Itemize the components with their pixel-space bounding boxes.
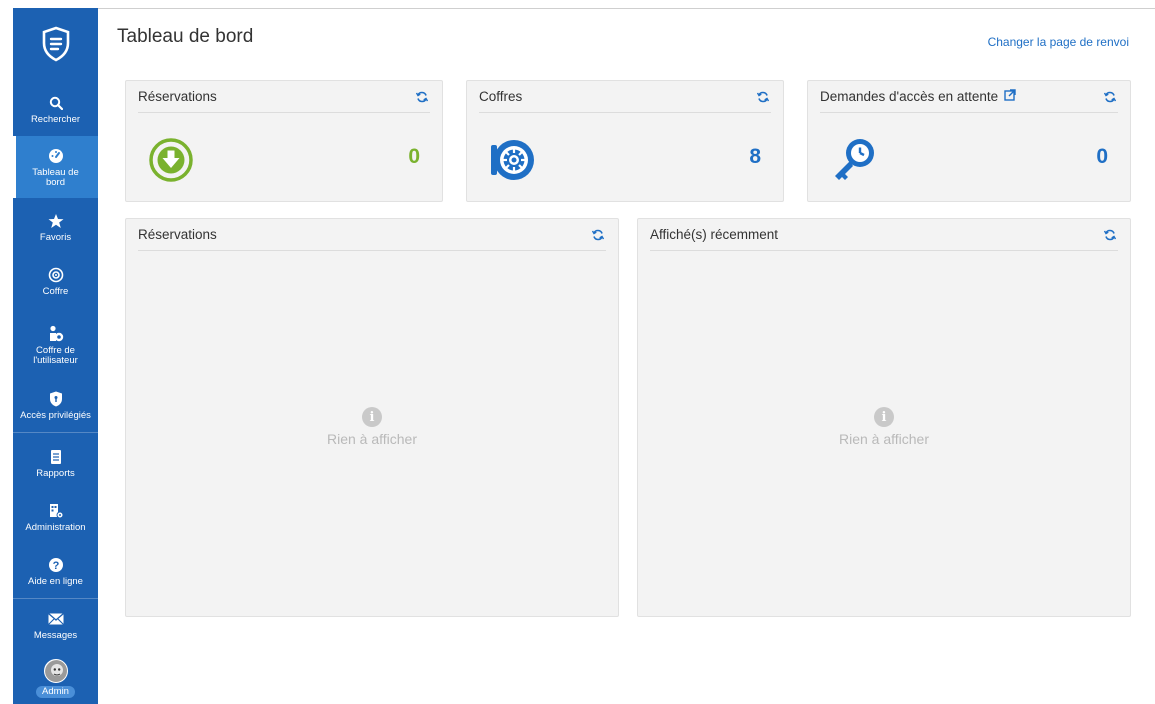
avatar [43,658,68,683]
sidebar-item-search[interactable]: Rechercher [13,86,98,132]
report-icon [49,448,63,466]
reservations-count[interactable]: 0 [408,145,420,169]
sidebar-item-label: Tableau de bord [32,166,79,188]
app-logo[interactable] [13,16,98,72]
widget-title: Réservations [138,89,217,104]
reservations-summary-widget: Réservations 0 [125,80,443,202]
external-link-icon[interactable] [1004,89,1016,104]
user-menu[interactable]: Admin [13,652,98,704]
sidebar: Rechercher Tableau de bord Favoris Coffr… [13,8,98,704]
change-landing-page-link[interactable]: Changer la page de renvoi [988,35,1129,49]
user-vault-icon [47,325,65,343]
sidebar-item-label: Coffre [42,285,69,297]
widget-title: Affiché(s) récemment [650,227,779,242]
vaults-count[interactable]: 8 [749,145,761,169]
sidebar-item-label: Accès privilégiés [20,409,91,421]
refresh-icon[interactable] [590,227,606,243]
sidebar-item-favorites[interactable]: Favoris [13,204,98,250]
reservation-download-icon [148,137,194,188]
shield-icon [49,390,63,408]
administration-icon [48,502,64,520]
widget-title-text: Demandes d'accès en attente [820,89,999,104]
vault-icon [489,137,537,188]
sidebar-item-administration[interactable]: Administration [13,494,98,540]
sidebar-item-user-vault[interactable]: Coffre de l'utilisateur [13,312,98,378]
page-title: Tableau de bord [117,26,254,47]
envelope-icon [47,610,64,628]
sidebar-item-label: Administration [25,521,86,533]
widget-title: Réservations [138,227,217,242]
sidebar-item-privileged-access[interactable]: Accès privilégiés [13,382,98,428]
widget-header: Affiché(s) récemment [650,219,1118,251]
sidebar-item-label: Aide en ligne [28,575,83,587]
widget-title: Demandes d'accès en attente [820,89,1016,104]
sidebar-item-label: Rechercher [30,113,81,125]
sidebar-item-label: Coffre de l'utilisateur [33,344,78,366]
sidebar-item-label: Rapports [36,467,75,479]
vaults-widget: Coffres 8 [466,80,784,202]
svg-text:?: ? [52,560,59,572]
refresh-icon[interactable] [1102,89,1118,105]
sidebar-item-label: Favoris [39,231,72,243]
sidebar-item-reports[interactable]: Rapports [13,440,98,486]
sidebar-item-messages[interactable]: Messages [13,602,98,648]
empty-state-text: Rien à afficher [838,431,929,447]
reservations-list-widget: Réservations i Rien à afficher [125,218,619,617]
search-icon [49,94,63,112]
sidebar-item-vault[interactable]: Coffre [13,258,98,304]
widget-header: Demandes d'accès en attente [820,81,1118,113]
refresh-icon[interactable] [1102,227,1118,243]
widget-title: Coffres [479,89,523,104]
info-icon: i [362,407,382,427]
top-border [98,8,1155,9]
sidebar-divider [13,598,98,599]
help-icon: ? [48,556,64,574]
user-role-badge: Admin [36,685,75,698]
dashboard-icon [48,147,64,165]
widget-header: Réservations [138,81,430,113]
shield-logo-icon [42,26,69,62]
widget-header: Coffres [479,81,771,113]
sidebar-divider [13,432,98,433]
refresh-icon[interactable] [755,89,771,105]
pending-requests-count[interactable]: 0 [1096,145,1108,169]
empty-state-text: Rien à afficher [326,431,417,447]
vault-icon [48,266,64,284]
refresh-icon[interactable] [414,89,430,105]
recently-viewed-widget: Affiché(s) récemment i Rien à afficher [637,218,1131,617]
sidebar-item-label: Messages [33,629,78,641]
pending-access-requests-widget: Demandes d'accès en attente 0 [807,80,1131,202]
star-icon [48,212,64,230]
empty-state: i Rien à afficher [638,407,1130,447]
info-icon: i [874,407,894,427]
empty-state: i Rien à afficher [126,407,618,447]
sidebar-item-dashboard[interactable]: Tableau de bord [13,136,98,198]
sidebar-item-online-help[interactable]: ? Aide en ligne [13,548,98,594]
key-clock-icon [832,137,878,188]
widget-header: Réservations [138,219,606,251]
